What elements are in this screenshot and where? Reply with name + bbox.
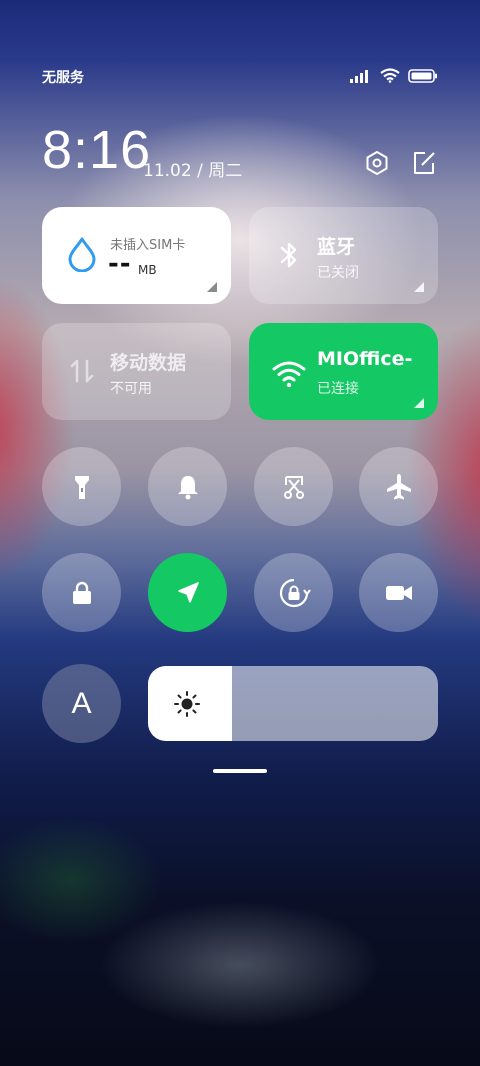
panel-drag-handle[interactable] [213,769,267,773]
expand-corner-icon [414,282,424,292]
screenshot-toggle[interactable] [254,447,333,526]
flashlight-toggle[interactable] [42,447,121,526]
carrier-label: 无服务 [42,70,84,86]
status-bar: 无服务 [42,66,438,88]
data-usage-value: -- [108,249,132,279]
location-toggle[interactable] [148,553,227,632]
expand-corner-icon [207,282,217,292]
wifi-network-name: MIOffice- [317,348,413,370]
mobile-data-tile[interactable]: 移动数据 不可用 [42,323,231,420]
sun-icon [174,691,200,717]
clock: 8:16 [42,120,152,180]
rotation-lock-toggle[interactable] [254,553,333,632]
airplane-toggle[interactable] [359,447,438,526]
bluetooth-status: 已关闭 [317,265,359,281]
flashlight-icon [74,475,89,499]
mobile-data-title: 移动数据 [110,352,187,374]
lock-screen-toggle[interactable] [42,553,121,632]
expand-corner-icon [414,398,424,408]
bluetooth-icon [280,242,297,268]
wifi-status: 已连接 [317,381,359,397]
screenshot-icon [283,475,304,499]
settings-icon[interactable] [364,150,390,176]
wifi-icon [380,68,400,83]
location-icon [177,581,199,603]
bell-icon [177,475,198,499]
battery-icon [408,68,437,83]
status-icons [350,68,438,83]
data-usage-tile[interactable]: 未插入SIM卡 -- MB [42,207,231,304]
date-label: 11.02 / 周二 [143,161,243,181]
mobile-data-status: 不可用 [110,381,152,397]
bluetooth-tile[interactable]: 蓝牙 已关闭 [249,207,438,304]
wifi-icon [272,361,306,388]
signal-icon [350,69,368,83]
auto-brightness-toggle[interactable]: A [42,664,121,743]
bluetooth-title: 蓝牙 [317,236,356,258]
mobile-data-icon [70,359,94,383]
screen-record-toggle[interactable] [359,553,438,632]
water-drop-icon [68,237,96,272]
edit-icon[interactable] [411,150,437,176]
data-usage-unit: MB [138,263,157,277]
video-icon [385,585,412,600]
auto-brightness-label: A [71,686,92,720]
brightness-slider[interactable] [148,666,438,741]
silent-toggle[interactable] [148,447,227,526]
rotation-lock-icon [279,578,311,607]
lock-icon [72,581,91,604]
airplane-icon [386,473,411,499]
wifi-tile[interactable]: MIOffice- 已连接 [249,323,438,420]
